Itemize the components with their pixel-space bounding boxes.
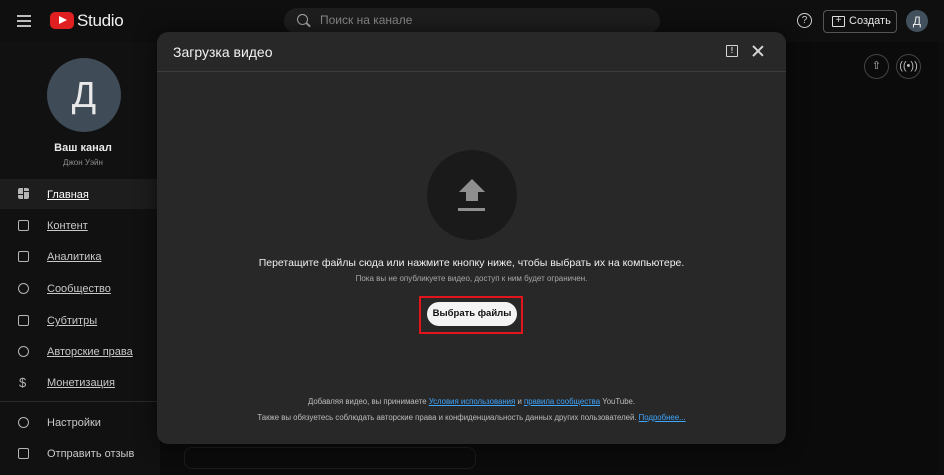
- upload-icon[interactable]: ⇧: [864, 54, 889, 79]
- subtitles-icon: [18, 315, 29, 326]
- community-guidelines-link[interactable]: правила сообщества: [524, 397, 600, 406]
- add-video-icon: +: [832, 16, 845, 27]
- terms-text: Добавляя видео, вы принимаете Условия ис…: [157, 397, 786, 406]
- content-icon: [18, 220, 29, 231]
- dashboard-icon: [18, 188, 29, 199]
- select-files-button[interactable]: Выбрать файлы: [427, 302, 517, 326]
- analytics-icon: [18, 251, 29, 262]
- sidebar-item-label: Главная: [47, 189, 89, 201]
- sidebar-item-label: Аналитика: [47, 251, 102, 263]
- drop-subtext: Пока вы не опубликуете видео, доступ к н…: [355, 274, 588, 283]
- dialog-divider: [157, 71, 786, 72]
- search-icon: [297, 14, 308, 25]
- scrollbar[interactable]: [938, 42, 944, 475]
- search-placeholder: Поиск на канале: [320, 13, 413, 27]
- sidebar-item-label: Сообщество: [47, 283, 111, 295]
- create-button-label: Создать: [849, 15, 891, 27]
- background-card: [184, 447, 476, 469]
- sidebar-item-label: Настройки: [47, 417, 101, 429]
- sidebar-item-label: Субтитры: [47, 315, 98, 327]
- close-icon[interactable]: [751, 44, 765, 58]
- privacy-statement: Также вы обязуетесь соблюдать авторские …: [257, 413, 637, 422]
- learn-more-link[interactable]: Подробнее...: [639, 413, 686, 422]
- account-avatar[interactable]: Д: [906, 10, 928, 32]
- menu-icon[interactable]: [17, 15, 31, 27]
- help-icon[interactable]: ?: [797, 13, 812, 28]
- youtube-studio-logo[interactable]: Studio: [50, 10, 124, 30]
- dialog-title: Загрузка видео: [173, 44, 273, 60]
- copyright-icon: [18, 346, 29, 357]
- terms-link[interactable]: Условия использования: [429, 397, 516, 406]
- report-icon[interactable]: !: [726, 45, 738, 57]
- youtube-play-icon: [50, 12, 74, 29]
- live-icon[interactable]: ((•)): [896, 54, 921, 79]
- monetization-icon: $: [19, 375, 27, 390]
- sidebar-item-label: Контент: [47, 220, 88, 232]
- terms-prefix: Добавляя видео, вы принимаете: [307, 397, 427, 406]
- upload-arrow-stem: [466, 191, 478, 201]
- sidebar-item-label: Отправить отзыв: [47, 448, 135, 460]
- channel-avatar[interactable]: Д: [47, 58, 121, 132]
- channel-subtitle: Джон Уэйн: [63, 158, 103, 167]
- channel-title: Ваш канал: [54, 142, 112, 154]
- terms-and: и: [517, 397, 522, 406]
- sidebar-item-label: Монетизация: [47, 377, 115, 389]
- gear-icon: [18, 417, 29, 428]
- logo-text: Studio: [77, 10, 124, 30]
- drop-instructions: Перетащите файлы сюда или нажмите кнопку…: [258, 257, 685, 269]
- sidebar-item-label: Авторские права: [47, 346, 133, 358]
- terms-suffix: YouTube.: [602, 397, 636, 406]
- privacy-text: Также вы обязуетесь соблюдать авторские …: [157, 413, 786, 422]
- feedback-icon: [18, 448, 29, 459]
- upload-arrow-base: [458, 208, 485, 211]
- sidebar-divider: [0, 401, 160, 402]
- community-icon: [18, 283, 29, 294]
